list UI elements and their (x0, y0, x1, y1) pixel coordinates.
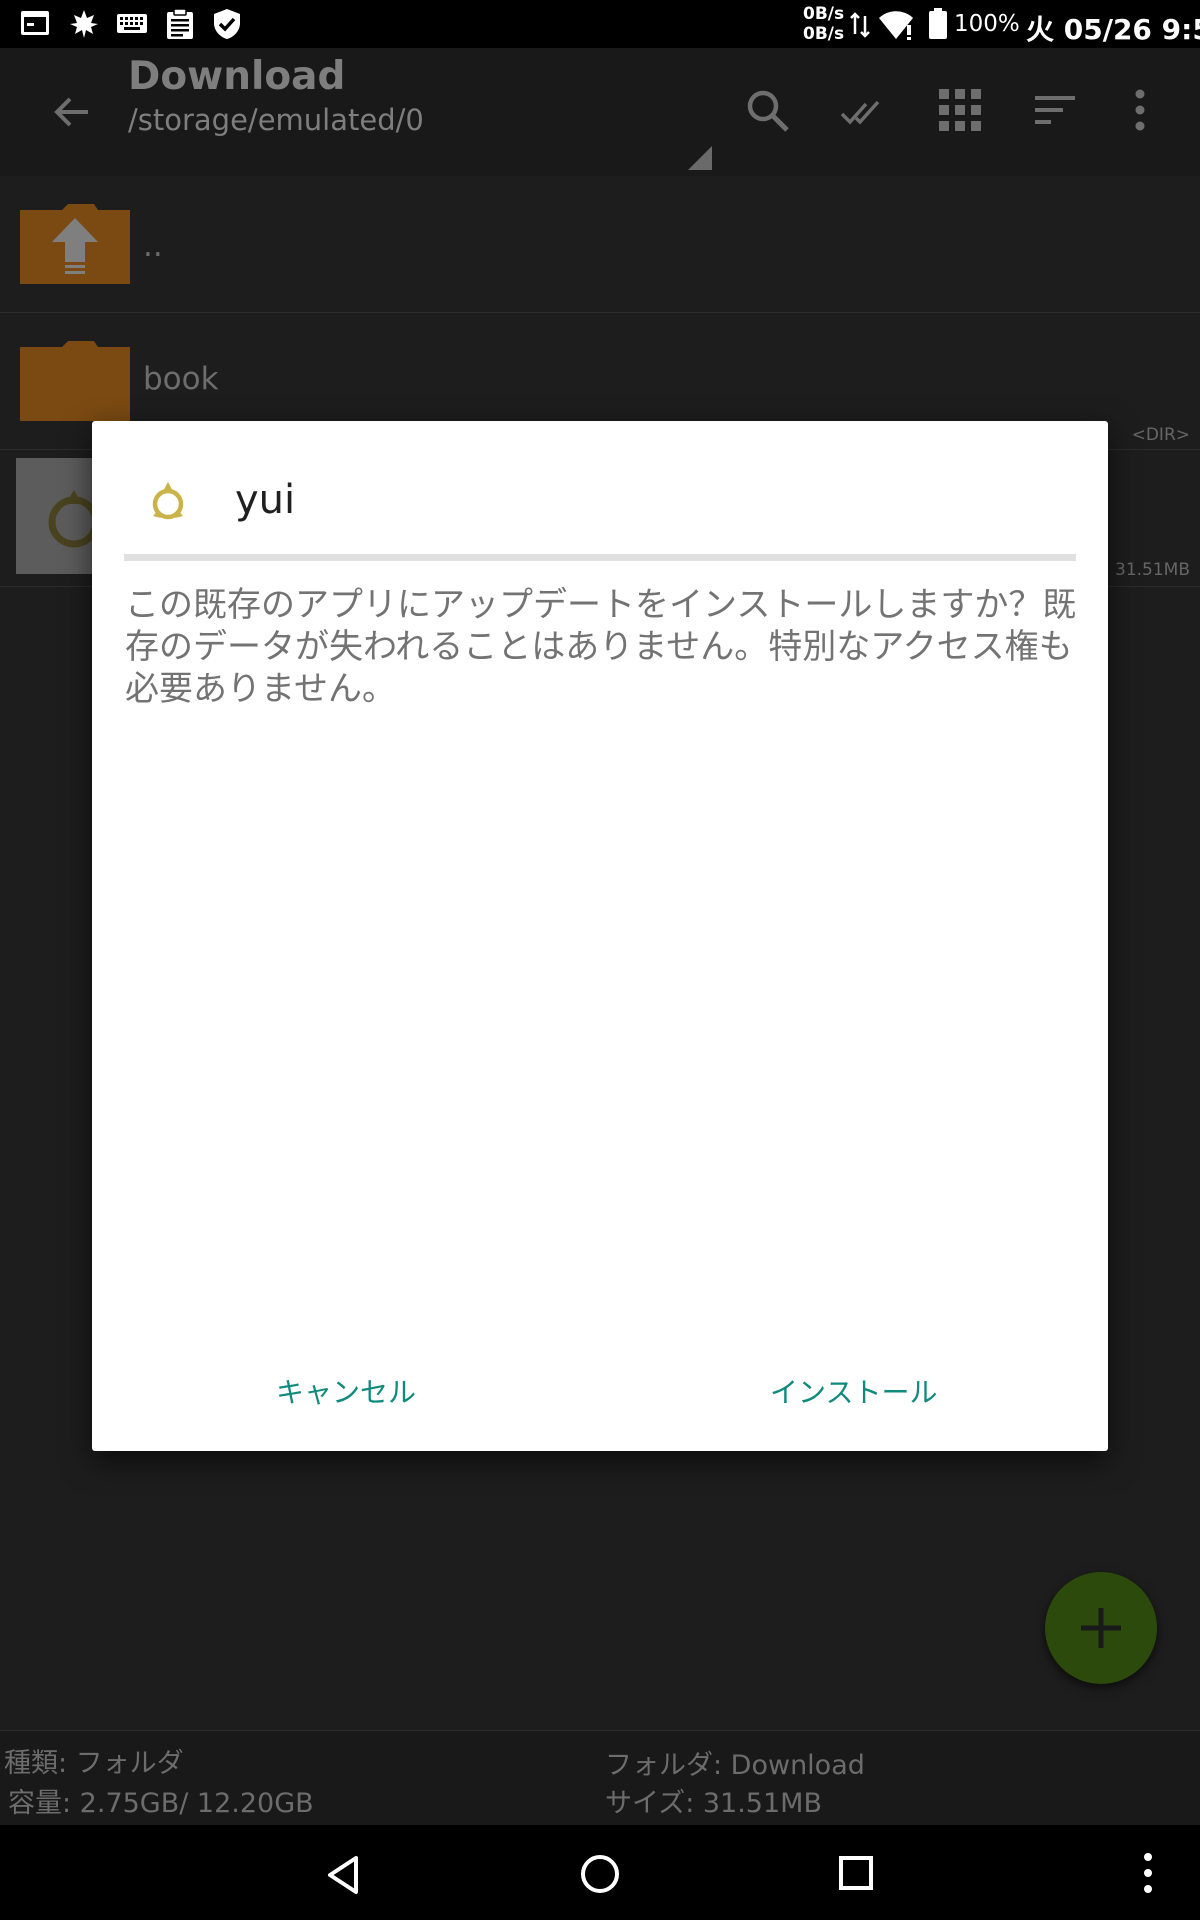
cancel-button[interactable]: キャンセル (276, 1371, 416, 1411)
footer-kind: 種類: フォルダ (4, 1748, 184, 1779)
folder-path[interactable]: /storage/emulated/0 (128, 103, 424, 137)
clipboard-icon (167, 8, 193, 39)
dialog-app-name: yui (235, 477, 296, 523)
dialog-message: この既存のアプリにアップデートをインストールしますか？既存のデータが失われること… (125, 585, 1077, 709)
status-bar: 0B/s 0B/s 100% 火 05/26 9:57 (0, 0, 1200, 48)
dialog-divider (124, 554, 1076, 561)
wifi-alert-icon (879, 11, 913, 40)
folder-icon (20, 341, 130, 421)
back-arrow-icon[interactable] (48, 88, 96, 136)
battery-icon (929, 8, 947, 39)
install-dialog: yui この既存のアプリにアップデートをインストールしますか？既存のデータが失わ… (92, 421, 1108, 1451)
footer-capacity: 容量: 2.75GB/ 12.20GB (8, 1788, 314, 1819)
overflow-menu-icon[interactable] (1128, 88, 1152, 132)
navigation-bar (0, 1825, 1200, 1920)
data-transfer-icon (850, 12, 870, 38)
status-clock: 火 05/26 9:57 (1026, 13, 1200, 46)
terminal-icon (21, 11, 49, 35)
add-fab-button[interactable] (1045, 1572, 1157, 1684)
net-up-speed: 0B/s (803, 4, 845, 24)
info-footer: 種類: フォルダ 容量: 2.75GB/ 12.20GB フォルダ: Downl… (0, 1730, 1200, 1826)
footer-folder: フォルダ: Download (605, 1750, 865, 1781)
file-name: book (143, 361, 219, 397)
battery-percent: 100% (954, 11, 1020, 37)
file-meta: <DIR> (1131, 425, 1190, 445)
plus-icon (1081, 1608, 1121, 1648)
app-icon (152, 482, 184, 520)
leaf-icon (70, 10, 98, 38)
screen: 0B/s 0B/s 100% 火 05/26 9:57 Download /st… (0, 0, 1200, 1920)
file-meta: 31.51MB (1115, 560, 1190, 580)
search-icon[interactable] (745, 88, 791, 134)
nav-recents-icon[interactable] (838, 1855, 874, 1891)
folder-title: Download (128, 54, 346, 99)
toolbar: Download /storage/emulated/0 (0, 48, 1200, 176)
nav-back-icon[interactable] (326, 1855, 360, 1895)
install-button[interactable]: インストール (770, 1371, 937, 1411)
folder-up-icon (20, 204, 130, 284)
net-down-speed: 0B/s (803, 24, 845, 44)
file-name: .. (143, 228, 163, 264)
nav-menu-icon[interactable] (1138, 1851, 1158, 1895)
keyboard-icon (117, 14, 147, 33)
select-all-icon[interactable] (840, 88, 888, 134)
sort-icon[interactable] (1033, 88, 1077, 132)
nav-home-icon[interactable] (579, 1853, 621, 1895)
footer-size: サイズ: 31.51MB (605, 1788, 822, 1819)
path-dropdown-indicator[interactable] (688, 146, 712, 170)
network-speed: 0B/s 0B/s (803, 4, 844, 44)
list-item-parent[interactable]: .. (0, 176, 1200, 313)
shield-check-icon (214, 9, 240, 39)
grid-view-icon[interactable] (938, 88, 982, 132)
